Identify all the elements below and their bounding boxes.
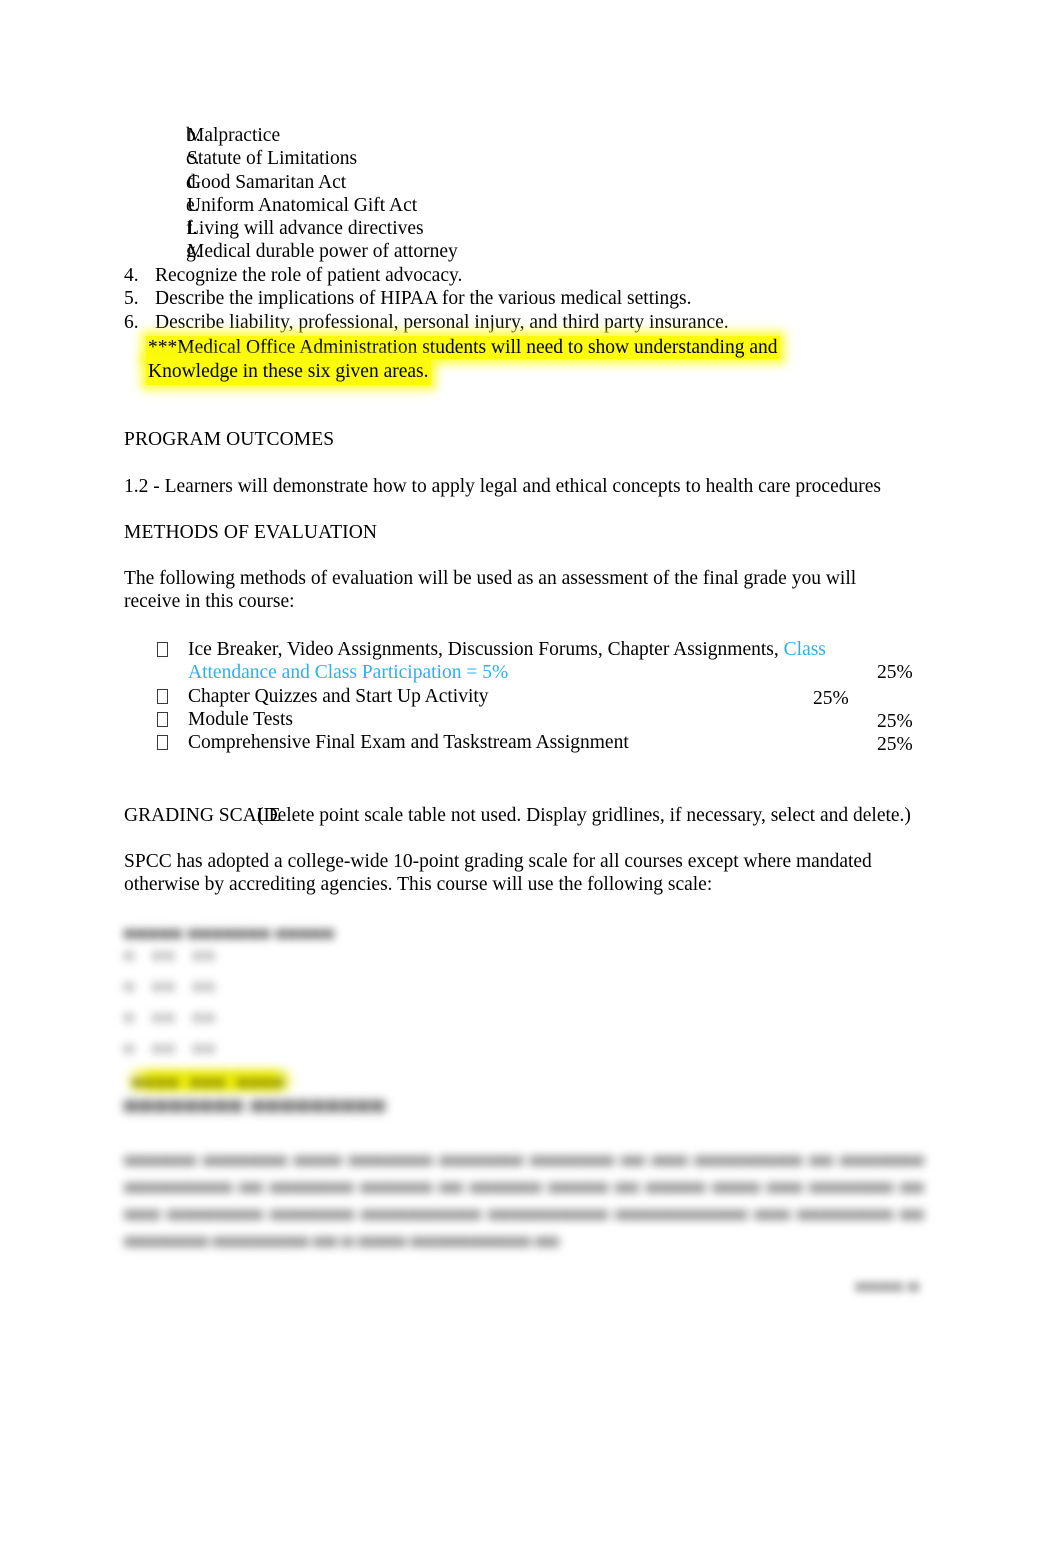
objectives-numbered-list: 4. Recognize the role of patient advocac… xyxy=(124,264,924,334)
academic-integrity-paragraph-redacted: ▄▄▄▄▄▄ ▄▄▄▄▄▄▄ ▄▄▄▄ ▄▄▄▄▄▄▄ ▄▄▄▄▄▄▄ ▄▄▄▄… xyxy=(124,1146,924,1246)
evaluation-item-accent-2: Attendance and Class Participation = 5% xyxy=(188,662,509,684)
list-item: Chapter Quizzes and Start Up Activity xyxy=(124,685,924,708)
methods-intro-line-1: The following methods of evaluation will… xyxy=(124,568,857,589)
list-marker: 5. xyxy=(124,288,139,310)
list-marker: c. xyxy=(186,148,200,170)
list-marker: g. xyxy=(186,241,201,263)
footer-page-number-redacted: ▄▄▄▄ ▄ xyxy=(855,1272,920,1291)
table-row: ▄ ▄▄ ▄▄ xyxy=(124,945,217,960)
bullet-box-icon xyxy=(157,735,168,751)
list-marker: f. xyxy=(186,218,198,240)
table-row: ▄ ▄▄ ▄▄ xyxy=(124,1038,217,1053)
evaluation-percent-3: 25% xyxy=(877,711,913,732)
table-row: ▄ ▄▄ ▄▄ xyxy=(124,1007,217,1022)
evaluation-item-accent-1: Class xyxy=(783,639,826,660)
list-item: c. Statute of Limitations xyxy=(124,147,884,170)
evaluation-item-label: Ice Breaker, Video Assignments, Discussi… xyxy=(188,639,784,660)
list-item: e. Uniform Anatomical Gift Act xyxy=(124,194,884,217)
program-outcomes-heading: PROGRAM OUTCOMES xyxy=(124,429,335,450)
list-item-text: Living will advance directives xyxy=(187,218,424,240)
list-item: 6. Describe liability, professional, per… xyxy=(124,311,924,334)
bullet-box-icon xyxy=(157,711,168,727)
bullet-box-icon xyxy=(157,642,168,657)
grading-scale-body-line-1: SPCC has adopted a college-wide 10-point… xyxy=(124,851,872,872)
evaluation-percent-1: 25% xyxy=(877,662,913,683)
table-header-redacted: ▄▄▄▄▄ ▄▄▄▄▄▄▄ ▄▄▄▄▄ xyxy=(124,922,335,938)
list-item-text: Module Tests xyxy=(188,708,293,730)
highlighted-note-line-1: ***Medical Office Administration student… xyxy=(146,336,780,359)
list-item-text: Ice Breaker, Video Assignments, Discussi… xyxy=(188,638,924,685)
list-item: Ice Breaker, Video Assignments, Discussi… xyxy=(124,638,924,685)
list-item: Comprehensive Final Exam and Taskstream … xyxy=(124,731,924,754)
list-item: g. Medical durable power of attorney xyxy=(124,240,884,263)
list-item-text: Statute of Limitations xyxy=(187,148,358,170)
bullet-box-icon xyxy=(157,688,168,704)
list-item: d. Good Samaritan Act xyxy=(124,171,884,194)
list-item-text: Describe liability, professional, person… xyxy=(155,311,729,333)
list-item: 5. Describe the implications of HIPAA fo… xyxy=(124,287,924,310)
list-marker: 4. xyxy=(124,265,139,286)
list-item-text: Recognize the role of patient advocacy. xyxy=(155,265,463,286)
list-marker: 6. xyxy=(124,311,139,333)
list-item-text: Medical durable power of attorney xyxy=(187,241,458,263)
table-row-highlighted: ▄▄▄▄ ▄▄▄ ▄▄▄▄ xyxy=(124,1069,294,1092)
program-outcomes-body: 1.2 - Learners will demonstrate how to a… xyxy=(124,476,881,497)
list-item: Module Tests xyxy=(124,708,924,731)
list-item-text: Malpractice xyxy=(187,125,281,146)
evaluation-percent-2: 25% xyxy=(813,688,849,709)
list-marker: e. xyxy=(186,194,200,216)
list-item-text: Comprehensive Final Exam and Taskstream … xyxy=(188,732,629,754)
grading-scale-editor-note: (Delete point scale table not used. Disp… xyxy=(257,805,911,826)
grading-scale-body-line-2: otherwise by accrediting agencies. This … xyxy=(124,874,713,895)
list-item: 4. Recognize the role of patient advocac… xyxy=(124,264,924,287)
list-item: f. Living will advance directives xyxy=(124,217,884,240)
table-row: ▄ ▄▄ ▄▄ xyxy=(124,976,217,991)
academic-integrity-heading-redacted: ▄▄▄▄▄▄▄▄ ▄▄▄▄▄▄▄▄▄ xyxy=(124,1090,387,1111)
list-marker: d. xyxy=(186,171,201,193)
list-item-text: Describe the implications of HIPAA for t… xyxy=(155,288,692,310)
highlighted-note-line-2: Knowledge in these six given areas. xyxy=(146,359,431,385)
list-marker: b. xyxy=(186,125,201,146)
evaluation-percent-4: 25% xyxy=(877,734,913,755)
evaluation-methods-list: Ice Breaker, Video Assignments, Discussi… xyxy=(124,638,924,754)
highlighted-note: ***Medical Office Administration student… xyxy=(146,336,846,385)
list-item: b. Malpractice xyxy=(124,124,884,147)
methods-intro-line-2: receive in this course: xyxy=(124,591,295,612)
methods-of-evaluation-heading: METHODS OF EVALUATION xyxy=(124,522,378,543)
objectives-sub-list: b. Malpractice c. Statute of Limitations… xyxy=(124,124,884,264)
document-page: b. Malpractice c. Statute of Limitations… xyxy=(0,0,1062,1561)
grading-scale-table-redacted: ▄▄▄▄▄ ▄▄▄▄▄▄▄ ▄▄▄▄▄ ▄ ▄▄ ▄▄ ▄ ▄▄ ▄▄ ▄ ▄▄… xyxy=(124,922,424,1092)
list-item-text: Good Samaritan Act xyxy=(187,171,347,193)
list-item-text: Uniform Anatomical Gift Act xyxy=(187,194,418,216)
